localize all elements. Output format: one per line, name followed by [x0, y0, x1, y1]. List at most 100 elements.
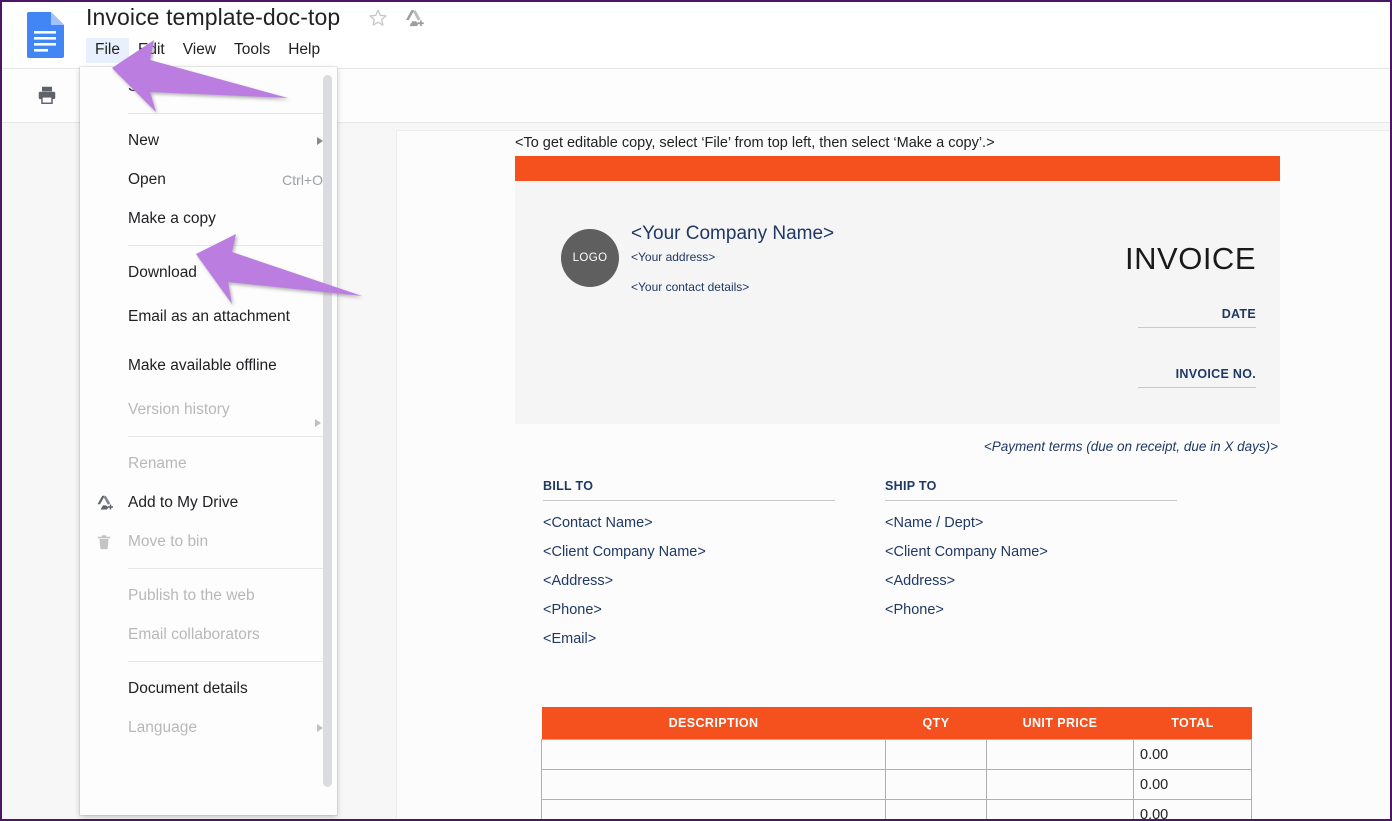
menu-separator	[128, 568, 323, 569]
menu-option-label: Open	[128, 170, 166, 188]
invoice-heading: INVOICE	[1125, 241, 1256, 276]
menu-separator	[128, 113, 323, 114]
menu-separator	[128, 661, 323, 662]
menu-option-label: New	[128, 131, 160, 149]
menu-option-publish-to-the-web[interactable]: Publish to the web	[80, 576, 337, 615]
chevron-right-icon	[315, 419, 321, 427]
invoice-header-block: LOGO <Your Company Name> <Your address> …	[515, 181, 1280, 424]
invoice-number-field: INVOICE NO.	[1138, 367, 1256, 388]
bill-to-line: <Client Company Name>	[543, 544, 706, 560]
menu-option-shortcut: Ctrl+O	[282, 171, 323, 188]
menu-separator	[128, 436, 323, 437]
menu-option-document-details[interactable]: Document details	[80, 669, 337, 708]
menu-option-version-history[interactable]: Version history	[80, 390, 337, 429]
menu-option-download[interactable]: Download	[80, 253, 337, 292]
bill-to-block: BILL TO <Contact Name> <Client Company N…	[543, 479, 835, 654]
menu-option-label: Document details	[128, 679, 248, 697]
menu-option-label: Version history	[128, 400, 230, 418]
ship-to-heading: SHIP TO	[885, 479, 937, 493]
bill-to-line: <Email>	[543, 631, 597, 647]
printer-icon	[36, 84, 58, 111]
add-to-drive-icon[interactable]	[403, 7, 425, 29]
menu-option-open[interactable]: Open Ctrl+O	[80, 160, 337, 199]
menu-option-label: Add to My Drive	[128, 493, 239, 511]
company-logo-placeholder: LOGO	[561, 229, 619, 287]
document-title[interactable]: Invoice template-doc-top	[86, 4, 340, 31]
google-docs-logo-icon[interactable]	[24, 10, 66, 58]
menu-item-help[interactable]: Help	[279, 38, 329, 63]
ship-to-line: <Address>	[885, 573, 956, 589]
bill-to-heading: BILL TO	[543, 479, 594, 493]
menu-option-share[interactable]: Share	[80, 67, 337, 106]
star-outline-icon[interactable]	[367, 7, 389, 29]
company-contact: <Your contact details>	[631, 280, 750, 294]
menu-option-label: Make available offline	[128, 356, 277, 374]
invoice-no-underline	[1138, 387, 1256, 388]
print-button[interactable]	[32, 82, 62, 112]
add-to-drive-icon	[94, 493, 114, 513]
company-address: <Your address>	[631, 250, 716, 264]
ship-to-underline	[885, 500, 1177, 501]
cell-total[interactable]: 0.00	[1133, 769, 1252, 800]
table-header-row: DESCRIPTION QTY UNIT PRICE TOTAL	[541, 707, 1252, 740]
bill-to-line: <Contact Name>	[543, 515, 653, 531]
menu-option-label: Email collaborators	[128, 625, 260, 643]
cell-qty[interactable]	[885, 769, 987, 800]
menu-item-tools[interactable]: Tools	[225, 38, 279, 63]
menu-separator	[128, 245, 323, 246]
file-menu-dropdown[interactable]: Share New Open Ctrl+O Make a copy Downlo…	[80, 67, 337, 815]
menu-scrollbar[interactable]	[323, 75, 332, 787]
bill-to-line: <Phone>	[543, 602, 602, 618]
menu-option-label: Publish to the web	[128, 586, 255, 604]
menu-option-label: Make a copy	[128, 209, 216, 227]
invoice-date-field: DATE	[1138, 307, 1256, 328]
column-header-total: TOTAL	[1133, 707, 1252, 740]
cell-unit-price[interactable]	[986, 769, 1134, 800]
google-docs-window: Invoice template-doc-top File Edit View	[0, 0, 1392, 821]
menu-option-email-as-attachment[interactable]: Email as an attachment	[80, 292, 337, 341]
line-items-table[interactable]: DESCRIPTION QTY UNIT PRICE TOTAL 0.00 0.…	[541, 707, 1252, 819]
menu-option-make-available-offline[interactable]: Make available offline	[80, 341, 337, 390]
column-header-description: DESCRIPTION	[541, 707, 886, 740]
table-row[interactable]: 0.00	[541, 739, 1252, 770]
invoice-no-label: INVOICE NO.	[1175, 367, 1256, 381]
cell-description[interactable]	[541, 799, 886, 819]
menu-option-new[interactable]: New	[80, 121, 337, 160]
menu-option-add-to-my-drive[interactable]: Add to My Drive	[80, 483, 337, 522]
table-row[interactable]: 0.00	[541, 769, 1252, 800]
cell-description[interactable]	[541, 739, 886, 770]
menu-option-label: Download	[128, 263, 197, 281]
menu-option-label: Email as an attachment	[128, 307, 290, 325]
cell-total[interactable]: 0.00	[1133, 739, 1252, 770]
menu-option-move-to-bin[interactable]: Move to bin	[80, 522, 337, 561]
ship-to-block: SHIP TO <Name / Dept> <Client Company Na…	[885, 479, 1177, 625]
cell-unit-price[interactable]	[986, 739, 1134, 770]
date-label: DATE	[1221, 307, 1256, 321]
invoice-accent-bar	[515, 156, 1280, 181]
ship-to-line: <Client Company Name>	[885, 544, 1048, 560]
cell-total[interactable]: 0.00	[1133, 799, 1252, 819]
ship-to-line: <Phone>	[885, 602, 944, 618]
menu-option-email-collaborators[interactable]: Email collaborators	[80, 615, 337, 654]
trash-icon	[94, 532, 114, 552]
company-name: <Your Company Name>	[631, 223, 835, 244]
menu-option-label: Move to bin	[128, 532, 209, 550]
menu-item-view[interactable]: View	[174, 38, 225, 63]
cell-qty[interactable]	[885, 739, 987, 770]
cell-qty[interactable]	[885, 799, 987, 819]
menu-item-file[interactable]: File	[86, 38, 129, 63]
menu-item-edit[interactable]: Edit	[129, 38, 174, 63]
table-row[interactable]: 0.00	[541, 799, 1252, 819]
document-page[interactable]: <To get editable copy, select ‘File’ fro…	[397, 131, 1390, 819]
payment-terms: <Payment terms (due on receipt, due in X…	[983, 439, 1278, 454]
bill-to-underline	[543, 500, 835, 501]
column-header-unit-price: UNIT PRICE	[986, 707, 1134, 740]
column-header-qty: QTY	[885, 707, 987, 740]
menu-option-rename[interactable]: Rename	[80, 444, 337, 483]
instruction-note: <To get editable copy, select ‘File’ fro…	[515, 135, 995, 151]
cell-description[interactable]	[541, 769, 886, 800]
menu-option-make-a-copy[interactable]: Make a copy	[80, 199, 337, 238]
menu-option-language[interactable]: Language	[80, 708, 337, 747]
bill-to-line: <Address>	[543, 573, 614, 589]
cell-unit-price[interactable]	[986, 799, 1134, 819]
